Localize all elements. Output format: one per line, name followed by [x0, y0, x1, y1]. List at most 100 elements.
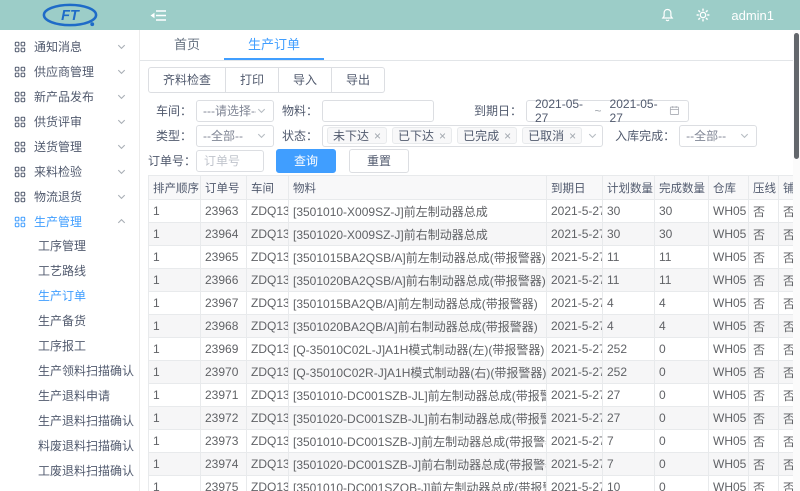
- tag-close-icon[interactable]: ×: [504, 129, 511, 143]
- table-row[interactable]: 123965ZDQ13[3501015BA2QSB/A]前左制动器总成(带报警器…: [149, 246, 800, 269]
- sidebar-item[interactable]: 通知消息: [0, 34, 139, 59]
- table-cell: 1: [149, 430, 201, 453]
- table-cell: WH05: [709, 200, 749, 223]
- table-cell: 否: [749, 200, 779, 223]
- table-cell: 7: [603, 453, 655, 476]
- query-button[interactable]: 查询: [276, 149, 336, 173]
- table-cell: 2021-5-27: [547, 361, 603, 384]
- material-input[interactable]: [322, 100, 434, 122]
- app-window: FT: [0, 0, 800, 491]
- tag-close-icon[interactable]: ×: [569, 129, 576, 143]
- tab[interactable]: 生产订单: [224, 30, 324, 60]
- reset-button[interactable]: 重置: [349, 149, 409, 173]
- sidebar-item[interactable]: 送货管理: [0, 134, 139, 159]
- table-cell: 4: [603, 315, 655, 338]
- workshop-select[interactable]: ---请选择---: [196, 100, 274, 122]
- notification-bell-button[interactable]: [660, 7, 675, 23]
- table-cell: [Q-35010C02R-J]A1H模式制动器(右)(带报警器): [289, 361, 547, 384]
- sidebar-subitem[interactable]: 工序管理: [0, 234, 139, 259]
- table-cell: 0: [655, 361, 709, 384]
- sidebar-item[interactable]: 生产管理: [0, 209, 139, 234]
- status-tag[interactable]: 未下达×: [327, 127, 387, 144]
- table-row[interactable]: 123967ZDQ13[3501015BA2QB/A]前左制动器总成(带报警器)…: [149, 292, 800, 315]
- sidebar-subitem[interactable]: 生产备货: [0, 309, 139, 334]
- sidebar-subitem[interactable]: 生产订单: [0, 284, 139, 309]
- table-row[interactable]: 123975ZDQ13[3501010-DC001SZQB-J]前左制动器总成(…: [149, 476, 800, 491]
- chevron-down-icon: [116, 116, 127, 127]
- type-select[interactable]: --全部--: [196, 125, 274, 147]
- sidebar-item[interactable]: 供应商管理: [0, 59, 139, 84]
- settings-gear-button[interactable]: [695, 7, 711, 23]
- table-row[interactable]: 123969ZDQ13[Q-35010C02L-J]A1H模式制动器(左)(带报…: [149, 338, 800, 361]
- status-tag[interactable]: 已下达 ×: [392, 127, 452, 144]
- vertical-scrollbar[interactable]: [793, 30, 800, 491]
- table-row[interactable]: 123972ZDQ13[3501020-DC001SZB-JL]前右制动器总成(…: [149, 407, 800, 430]
- sidebar-subitem[interactable]: 工艺路线: [0, 259, 139, 284]
- material-label: 物料：: [274, 102, 318, 119]
- table-row[interactable]: 123971ZDQ13[3501010-DC001SZB-JL]前左制动器总成(…: [149, 384, 800, 407]
- scrollbar-thumb[interactable]: [794, 33, 799, 159]
- table-row[interactable]: 123964ZDQ13[3501020-X009SZ-J]前右制动器总成2021…: [149, 223, 800, 246]
- due-date-range-picker[interactable]: 2021-05-27 ~ 2021-05-27: [526, 100, 689, 122]
- sidebar-item[interactable]: 来料检验: [0, 159, 139, 184]
- table-cell: [3501010-DC001SZQB-J]前左制动器总成(带报警器): [289, 476, 547, 491]
- table-cell: WH05: [709, 430, 749, 453]
- brand-logo: FT: [0, 2, 140, 28]
- table-cell: 1: [149, 476, 201, 491]
- table-cell: [3501015BA2QB/A]前左制动器总成(带报警器): [289, 292, 547, 315]
- inbound-complete-select[interactable]: --全部--: [679, 125, 757, 147]
- sidebar-item-label: 通知消息: [34, 38, 116, 55]
- table-row[interactable]: 123966ZDQ13[3501020BA2QSB/A]前右制动器总成(带报警器…: [149, 269, 800, 292]
- table-cell: 1: [149, 292, 201, 315]
- tag-close-icon[interactable]: ×: [374, 129, 381, 143]
- tab[interactable]: 首页: [150, 30, 224, 60]
- order-no-input[interactable]: [196, 150, 264, 172]
- table-cell: 否: [749, 384, 779, 407]
- sidebar-subitem[interactable]: 工废退料扫描确认: [0, 459, 139, 484]
- status-tag[interactable]: 已完成×: [457, 127, 517, 144]
- sidebar-item[interactable]: 新产品发布: [0, 84, 139, 109]
- table-row[interactable]: 123970ZDQ13[Q-35010C02R-J]A1H模式制动器(右)(带报…: [149, 361, 800, 384]
- table-cell: ZDQ13: [247, 200, 289, 223]
- status-tag[interactable]: 已取消×: [522, 127, 582, 144]
- table-cell: 1: [149, 407, 201, 430]
- tag-close-icon[interactable]: ×: [439, 129, 446, 143]
- table-row[interactable]: 123974ZDQ13[3501020-DC001SZB-J]前右制动器总成(带…: [149, 453, 800, 476]
- table-cell: [3501020BA2QSB/A]前右制动器总成(带报警器): [289, 269, 547, 292]
- toolbar-button[interactable]: 导出: [332, 67, 385, 93]
- table-cell: 11: [603, 269, 655, 292]
- table-cell: 2021-5-27: [547, 453, 603, 476]
- filter-form: 车间： ---请选择--- 物料： 到期日： 2021-05-27 ~ 2021…: [148, 99, 800, 172]
- table-cell: WH05: [709, 315, 749, 338]
- sidebar-collapse-button[interactable]: [150, 8, 168, 23]
- status-multiselect[interactable]: 未下达×已下达×已完成×已取消×: [322, 125, 603, 147]
- current-user[interactable]: admin1: [731, 8, 774, 23]
- sidebar-subitem[interactable]: 生产领料扫描确认: [0, 359, 139, 384]
- table-row[interactable]: 123963ZDQ13[3501010-X009SZ-J]前左制动器总成2021…: [149, 200, 800, 223]
- inbound-complete-label: 入库完成：: [615, 127, 675, 144]
- status-tag-label: 已下达: [398, 127, 434, 144]
- sidebar-subitem[interactable]: 工序报工: [0, 334, 139, 359]
- table-cell: 30: [603, 200, 655, 223]
- table-row[interactable]: 123968ZDQ13[3501020BA2QB/A]前右制动器总成(带报警器)…: [149, 315, 800, 338]
- table-cell: 2021-5-27: [547, 430, 603, 453]
- toolbar-button[interactable]: 齐料检查: [148, 67, 226, 93]
- sidebar-item[interactable]: 供货评审: [0, 109, 139, 134]
- table-cell: ZDQ13: [247, 246, 289, 269]
- table-row[interactable]: 123973ZDQ13[3501010-DC001SZB-J]前左制动器总成(带…: [149, 430, 800, 453]
- orders-table: 排产顺序订单号车间物料到期日计划数量完成数量仓库压线铺线 123963ZDQ13…: [148, 175, 800, 491]
- toolbar-button[interactable]: 导入: [279, 67, 332, 93]
- chevron-down-icon: [116, 41, 127, 52]
- toolbar-button[interactable]: 打印: [226, 67, 279, 93]
- table-cell: WH05: [709, 384, 749, 407]
- sidebar-item[interactable]: 物流退货: [0, 184, 139, 209]
- sidebar-subitem[interactable]: 生产退料申请: [0, 384, 139, 409]
- table-cell: WH05: [709, 407, 749, 430]
- sidebar-subitem[interactable]: 料废退料扫描确认: [0, 434, 139, 459]
- table-cell: ZDQ13: [247, 223, 289, 246]
- table-cell: ZDQ13: [247, 430, 289, 453]
- sidebar-subitem[interactable]: 生产退料扫描确认: [0, 409, 139, 434]
- sidebar-item-label: 生产管理: [34, 213, 116, 230]
- chevron-down-icon: [587, 130, 598, 141]
- table-cell: 0: [655, 338, 709, 361]
